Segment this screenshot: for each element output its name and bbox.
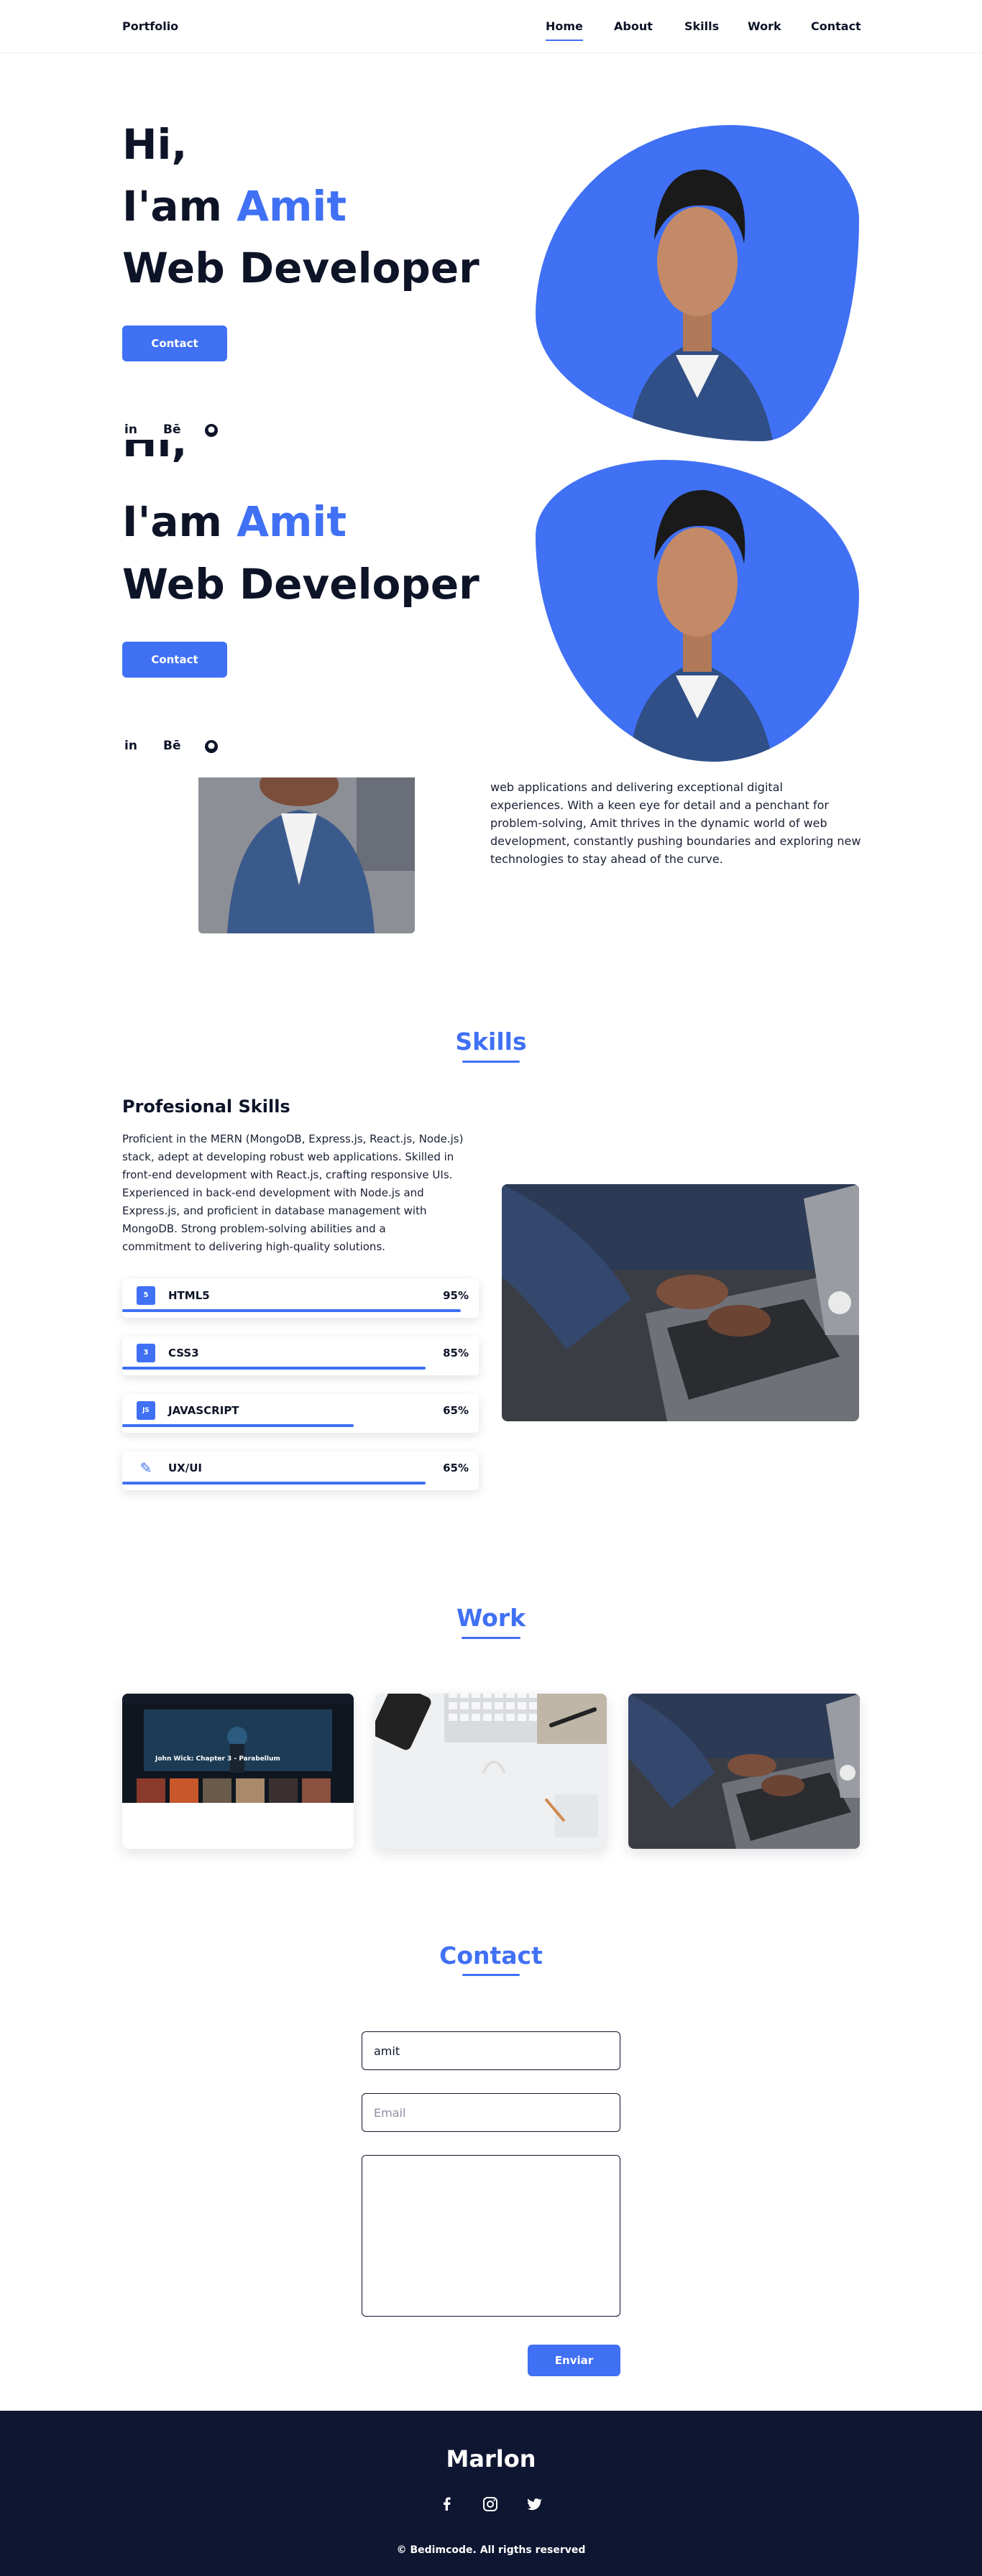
hero-iam: I'am [122, 182, 237, 231]
skills-desc-line: Experienced in back-end development with… [122, 1186, 424, 1199]
work-card-3-image [628, 1694, 860, 1849]
hero-repeat-name: Amit [237, 497, 347, 546]
hero-greeting: Hi, [122, 120, 188, 169]
skill-progress-bar [122, 1309, 462, 1312]
hero-repeat-role: Web Developer [122, 560, 479, 609]
hero-repeat-iam: I'am [122, 497, 237, 546]
work-title: Work [456, 1604, 526, 1632]
skills-desc-line: front-end development with React.js, cra… [122, 1168, 453, 1181]
hero-contact-button[interactable]: Contact [122, 326, 227, 361]
hero-blob [536, 125, 859, 441]
hero-portrait [629, 169, 773, 441]
work-card-1-image [122, 1694, 354, 1803]
work-card-1-caption: John Wick: Chapter 3 - Parabellum [155, 1755, 280, 1763]
about-line: web applications and delivering exceptio… [490, 780, 783, 794]
skill-name: HTML5 [168, 1289, 210, 1302]
skills-description: Proficient in the MERN (MongoDB, Express… [122, 1130, 482, 1256]
name-input[interactable] [362, 2031, 620, 2070]
hero-repeat-blob [536, 460, 859, 762]
hero-intro: I'am Amit [122, 185, 347, 227]
pen-icon: ✎ [139, 1459, 152, 1477]
email-input[interactable] [362, 2093, 620, 2132]
twitter-icon[interactable] [525, 2496, 543, 2513]
contact-title-underline [462, 1974, 520, 1976]
skill-card-javascript: JS JAVASCRIPT 65% [122, 1394, 479, 1433]
instagram-icon[interactable] [482, 2496, 499, 2513]
header: Portfolio Home About Skills Work Contact [0, 0, 982, 53]
footer-copyright: © Bedimcode. All rigths reserved [396, 2544, 586, 2556]
hero-repeat-greeting: Hi, [122, 440, 187, 481]
skill-card-html5: 5 HTML5 95% [122, 1279, 479, 1318]
work-card-1[interactable]: John Wick: Chapter 3 - Parabellum [122, 1694, 354, 1849]
submit-button[interactable]: Enviar [528, 2345, 620, 2376]
logo[interactable]: Portfolio [122, 19, 178, 33]
facebook-icon[interactable] [439, 2496, 456, 2513]
work-card-3[interactable] [628, 1694, 860, 1849]
about-line: experiences. With a keen eye for detail … [490, 798, 829, 812]
hero-name: Amit [237, 182, 347, 231]
skill-card-css3: 3 CSS3 85% [122, 1337, 479, 1375]
about-text: web applications and delivering exceptio… [490, 778, 864, 868]
skill-name: CSS3 [168, 1347, 199, 1359]
skill-card-uxui: ✎ UX/UI 65% [122, 1451, 479, 1490]
skill-progress-bar [122, 1424, 354, 1427]
skills-title: Skills [455, 1028, 527, 1056]
hero-repeat-contact-button[interactable]: Contact [122, 642, 227, 678]
nav-home[interactable]: Home [546, 19, 583, 41]
skill-percent: 65% [443, 1404, 469, 1417]
contact-title: Contact [439, 1942, 543, 1970]
skill-name: UX/UI [168, 1462, 202, 1474]
nav-about[interactable]: About [614, 19, 653, 41]
skill-percent: 65% [443, 1462, 469, 1474]
linkedin-icon[interactable]: in [123, 423, 139, 438]
behance-icon[interactable]: Bē [163, 423, 181, 438]
html5-icon: 5 [137, 1286, 155, 1305]
github-icon[interactable] [203, 739, 219, 754]
skills-photo-art [502, 1184, 859, 1421]
skills-desc-line: MongoDB. Strong problem-solving abilitie… [122, 1222, 386, 1235]
work-card-2[interactable] [375, 1694, 607, 1849]
skills-desc-line: Proficient in the MERN (MongoDB, Express… [122, 1132, 464, 1145]
hero-repeat-portrait [629, 489, 773, 762]
nav-work[interactable]: Work [748, 19, 781, 41]
skills-photo [502, 1184, 859, 1421]
linkedin-icon[interactable]: in [123, 739, 139, 754]
behance-icon[interactable]: Bē [163, 739, 181, 754]
github-icon[interactable] [203, 423, 219, 438]
hero-role: Web Developer [122, 244, 479, 292]
skills-subtitle: Profesional Skills [122, 1097, 290, 1117]
footer-title: Marlon [446, 2445, 536, 2473]
skill-progress-bar [122, 1482, 426, 1485]
hero-repeat-greeting-text: Hi, [122, 440, 188, 466]
css3-icon: 3 [137, 1344, 155, 1362]
about-line: technologies to stay ahead of the curve. [490, 852, 723, 866]
about-line: problem-solving, Amit thrives in the dyn… [490, 816, 827, 830]
javascript-icon: JS [137, 1401, 155, 1420]
skills-title-underline [462, 1061, 520, 1063]
skill-name: JAVASCRIPT [168, 1404, 239, 1417]
skill-percent: 85% [443, 1347, 469, 1359]
nav-contact[interactable]: Contact [811, 19, 861, 41]
hero-repeat-intro: I'am Amit [122, 501, 347, 543]
work-card-2-image [375, 1694, 607, 1849]
message-textarea[interactable] [362, 2155, 620, 2317]
skills-desc-line: Express.js, and proficient in database m… [122, 1204, 427, 1217]
skill-percent: 95% [443, 1289, 469, 1302]
about-photo-art [198, 777, 415, 933]
about-photo [198, 777, 415, 933]
skills-desc-line: stack, adept at developing robust web ap… [122, 1150, 454, 1163]
footer: Marlon © Bedimcode. All rigths reserved [0, 2411, 982, 2576]
skill-progress-bar [122, 1367, 426, 1370]
nav-skills[interactable]: Skills [684, 19, 719, 41]
skills-desc-line: commitment to delivering high-quality so… [122, 1240, 386, 1253]
work-title-underline [462, 1637, 520, 1639]
about-line: development, constantly pushing boundari… [490, 834, 861, 848]
